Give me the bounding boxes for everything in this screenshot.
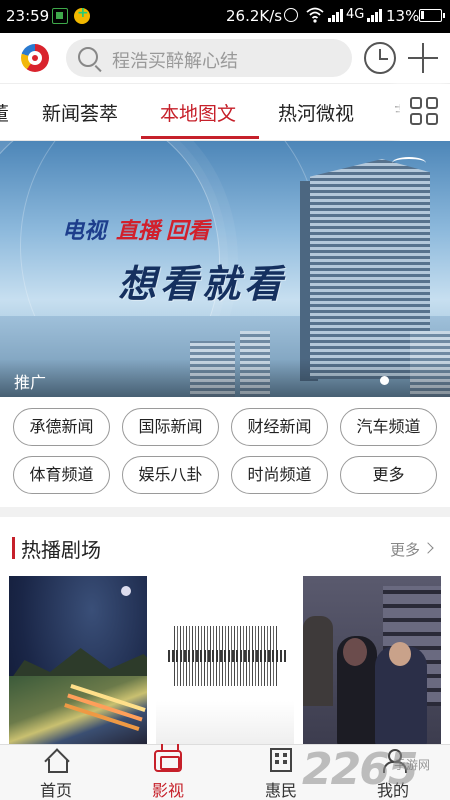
watermark-text: 手游网: [394, 758, 431, 772]
home-icon: [44, 749, 68, 773]
site-watermark: 2265 手游网: [302, 744, 450, 800]
more-link[interactable]: 更多: [390, 539, 420, 560]
all-categories-button[interactable]: [400, 84, 450, 141]
search-bar[interactable]: 程浩买醉解心结: [66, 39, 352, 77]
wifi-icon: [306, 7, 324, 23]
chip-more[interactable]: 更多: [340, 456, 437, 494]
thumb-reflection: [156, 701, 294, 746]
thumb-handwriting: [168, 626, 286, 686]
grid-icon: [410, 97, 440, 127]
carousel-dot[interactable]: [380, 376, 389, 385]
battery-percent: 13%: [386, 7, 420, 25]
thumb-moon: [121, 586, 131, 596]
chip-fashion[interactable]: 时尚频道: [231, 456, 328, 494]
nav-home[interactable]: 首页: [11, 745, 101, 800]
banner-text-live: 直播: [116, 218, 161, 244]
building-icon: [270, 748, 292, 772]
network-type: 4G: [346, 7, 365, 22]
category-tabs: 董 新闻荟萃 本地图文 热河微视 节: [0, 83, 450, 141]
section-accent-bar: [12, 537, 15, 559]
section-divider: [0, 507, 450, 517]
chip-auto[interactable]: 汽车频道: [340, 408, 437, 446]
banner-headline: 想看就看: [118, 261, 287, 306]
section-title: 热播剧场: [21, 538, 101, 562]
banner-text-tv: 电视: [62, 218, 107, 244]
app-notification-icon: [74, 5, 90, 24]
video-thumbnail[interactable]: [303, 576, 441, 746]
chevron-right-icon[interactable]: [422, 542, 434, 554]
signal-icon: [328, 9, 343, 22]
promo-banner[interactable]: 电视 直播 回看 想看就看 推广: [0, 141, 450, 397]
chip-intl-news[interactable]: 国际新闻: [122, 408, 219, 446]
video-thumbnail[interactable]: [9, 576, 147, 746]
net-speed: 26.2K/s: [226, 7, 283, 25]
top-bar: 程浩买醉解心结: [0, 33, 450, 83]
alarm-icon: [284, 8, 298, 22]
video-thumbnail[interactable]: [156, 576, 294, 746]
nav-home-label: 首页: [39, 781, 72, 800]
status-time: 23:59: [6, 7, 50, 25]
tv-icon: [154, 750, 182, 772]
tab-partial-left[interactable]: 董: [0, 99, 9, 126]
app-screen: 23:59 26.2K/s 4G 13% 程浩买醉解心结 董 新闻荟萃 本地图文…: [0, 0, 450, 800]
tab-rehe-video[interactable]: 热河微视: [278, 99, 354, 126]
active-tab-indicator: [141, 136, 259, 139]
tab-news[interactable]: 新闻荟萃: [42, 99, 118, 126]
thumb-person: [303, 616, 333, 706]
chip-sports[interactable]: 体育频道: [13, 456, 110, 494]
channel-chips: 承德新闻 国际新闻 财经新闻 汽车频道 体育频道 娱乐八卦 时尚频道 更多: [0, 397, 450, 507]
banner-tagline: 电视 直播 回看: [62, 213, 210, 245]
search-icon: [78, 47, 98, 67]
search-placeholder: 程浩买醉解心结: [112, 51, 238, 72]
tab-local[interactable]: 本地图文: [160, 99, 236, 126]
signal-icon-2: [367, 9, 382, 22]
chip-finance-news[interactable]: 财经新闻: [231, 408, 328, 446]
hot-theater-header: 热播剧场 更多: [0, 517, 450, 575]
nav-video-label: 影视: [151, 781, 184, 800]
seagull-icon: [392, 157, 426, 169]
banner-text-replay: 回看: [166, 218, 211, 244]
banner-caption: 推广: [14, 373, 47, 392]
thumb-head: [389, 642, 411, 666]
thumb-head-blurred: [343, 638, 367, 666]
app-logo[interactable]: [21, 44, 49, 72]
chip-chengde-news[interactable]: 承德新闻: [13, 408, 110, 446]
screenshot-icon: [52, 8, 68, 24]
history-clock-icon[interactable]: [364, 42, 396, 74]
add-plus-icon[interactable]: [408, 43, 438, 73]
status-bar: 23:59 26.2K/s 4G 13%: [0, 0, 450, 33]
battery-icon: [419, 9, 445, 22]
chip-entertainment[interactable]: 娱乐八卦: [122, 456, 219, 494]
nav-video[interactable]: 影视: [123, 745, 213, 800]
